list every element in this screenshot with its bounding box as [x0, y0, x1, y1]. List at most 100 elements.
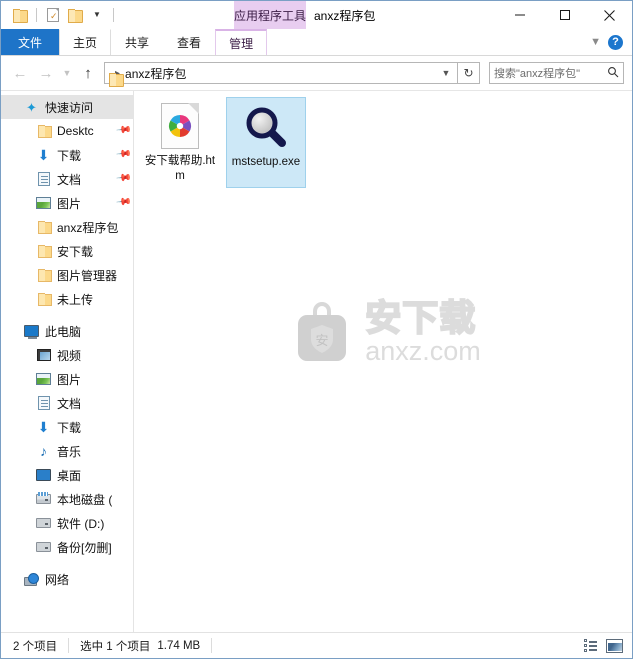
sidebar-item-documents-pc[interactable]: 文档: [1, 391, 133, 415]
computer-icon: [23, 323, 40, 339]
qat-separator: [36, 8, 37, 22]
sidebar-item-documents[interactable]: 文档 📌: [1, 167, 133, 191]
navigation-pane[interactable]: ✦ 快速访问 Desktc 📌 ⬇ 下载 📌 文档 📌 图片 📌 anxz程序包…: [1, 91, 134, 632]
selection-size-label: 1.74 MB: [157, 639, 201, 652]
sidebar-item-quick-access[interactable]: ✦ 快速访问: [1, 95, 133, 119]
address-bar: ← → ▼ ↑ ▸ anxz程序包 ▼ ↻ 搜索"anxz程序包": [1, 56, 632, 91]
sidebar-label: 图片: [57, 372, 82, 387]
sidebar-item-software-drive[interactable]: 软件 (D:): [1, 511, 133, 535]
folder-icon: [35, 291, 52, 307]
pictures-icon: [35, 371, 52, 387]
sidebar-label: 音乐: [57, 444, 82, 459]
sidebar-item-downloads[interactable]: ⬇ 下载 📌: [1, 143, 133, 167]
folder-icon: [35, 267, 52, 283]
search-icon[interactable]: [607, 66, 619, 81]
sidebar-label: 文档: [57, 396, 82, 411]
help-icon[interactable]: ?: [608, 34, 623, 50]
title-bar: ✓ ▼ 应用程序工具 anxz程序包: [1, 1, 632, 29]
file-item[interactable]: mstsetup.exe: [226, 97, 306, 188]
minimize-button[interactable]: [497, 1, 542, 29]
drive-icon: [35, 539, 52, 555]
forward-button[interactable]: →: [33, 60, 59, 86]
details-view-button[interactable]: [578, 635, 602, 657]
sidebar-label: 文档: [57, 172, 82, 187]
folder-icon: [35, 123, 52, 139]
sidebar-item-pictures[interactable]: 图片 📌: [1, 191, 133, 215]
sidebar-item-desktop[interactable]: Desktc 📌: [1, 119, 133, 143]
sidebar-label: 软件 (D:): [57, 516, 105, 531]
address-input[interactable]: ▸ anxz程序包 ▼: [104, 62, 458, 84]
sidebar-label: 此电脑: [45, 324, 82, 339]
window-title: anxz程序包: [314, 8, 376, 23]
sidebar-item-music[interactable]: ♪ 音乐: [1, 439, 133, 463]
tab-share[interactable]: 共享: [111, 29, 163, 55]
items-grid: 安下载帮助.htm mstsetup.exe: [134, 91, 632, 188]
sidebar-item-desktop-pc[interactable]: 桌面: [1, 463, 133, 487]
new-folder-icon[interactable]: [64, 4, 86, 26]
sidebar-item-anxiazai[interactable]: 安下载: [1, 239, 133, 263]
address-dropdown-chevron-down-icon[interactable]: ▼: [437, 68, 455, 78]
tab-home[interactable]: 主页: [59, 29, 112, 55]
close-button[interactable]: [587, 1, 632, 29]
sidebar-label: anxz程序包: [57, 220, 119, 235]
explorer-body: ✦ 快速访问 Desktc 📌 ⬇ 下载 📌 文档 📌 图片 📌 anxz程序包…: [1, 91, 632, 632]
tab-file[interactable]: 文件: [1, 29, 60, 55]
pin-icon: 📌: [114, 193, 132, 210]
sidebar-item-downloads-pc[interactable]: ⬇ 下载: [1, 415, 133, 439]
quick-access-toolbar: ✓ ▼: [1, 4, 119, 26]
sidebar-label: Desktc: [57, 124, 94, 138]
properties-icon[interactable]: ✓: [42, 4, 64, 26]
up-button[interactable]: ↑: [75, 60, 101, 86]
watermark-badge-char: 安: [316, 333, 329, 348]
sidebar-group-gap-2: [1, 559, 133, 567]
back-button[interactable]: ←: [7, 60, 33, 86]
breadcrumb-segment[interactable]: anxz程序包: [125, 65, 186, 82]
sidebar-label: 本地磁盘 (: [57, 492, 113, 507]
sidebar-label: 安下载: [57, 244, 94, 259]
search-input[interactable]: 搜索"anxz程序包": [494, 65, 607, 81]
ribbon-right-controls: ▼ ?: [590, 29, 632, 55]
sidebar-item-picture-manager[interactable]: 图片管理器: [1, 263, 133, 287]
file-name: 安下载帮助.htm: [144, 155, 216, 182]
sidebar-label: 下载: [57, 420, 82, 435]
sidebar-item-not-uploaded[interactable]: 未上传: [1, 287, 133, 311]
sidebar-label: 视频: [57, 348, 82, 363]
file-list-view[interactable]: 安 安下载 anxz.com 安下载帮助.htm mstsetup.exe: [134, 91, 632, 632]
sidebar-label: 下载: [57, 148, 82, 163]
file-name: mstsetup.exe: [231, 156, 301, 168]
large-icons-view-button[interactable]: [602, 635, 626, 657]
sidebar-item-videos[interactable]: 视频: [1, 343, 133, 367]
status-separator: [68, 638, 70, 653]
pin-icon: 📌: [114, 145, 132, 162]
watermark-chinese: 安下载: [364, 296, 477, 338]
ribbon-collapse-chevron-down-icon[interactable]: ▼: [590, 36, 601, 48]
sidebar-item-local-disk[interactable]: 本地磁盘 (: [1, 487, 133, 511]
explorer-window: ✓ ▼ 应用程序工具 anxz程序包 文件 主页 共享 查看 管理 ▼ ? ← …: [0, 0, 633, 659]
html-document-icon: [156, 102, 204, 150]
file-item[interactable]: 安下载帮助.htm: [140, 97, 220, 188]
sidebar-item-this-pc[interactable]: 此电脑: [1, 319, 133, 343]
videos-icon: [35, 347, 52, 363]
ribbon-spacer: [267, 29, 590, 55]
maximize-button[interactable]: [542, 1, 587, 29]
qat-customize-chevron-down-icon[interactable]: ▼: [86, 4, 108, 26]
desktop-icon: [35, 467, 52, 483]
folder-icon: [35, 219, 52, 235]
tab-manage[interactable]: 管理: [215, 29, 268, 55]
drive-icon: [35, 515, 52, 531]
qat-folder-icon[interactable]: [9, 4, 31, 26]
refresh-button[interactable]: ↻: [458, 62, 480, 84]
search-box[interactable]: 搜索"anxz程序包": [489, 62, 624, 84]
sidebar-item-anxz-package[interactable]: anxz程序包: [1, 215, 133, 239]
watermark-bag-icon: 安: [298, 301, 347, 361]
system-drive-icon: [35, 491, 52, 507]
sidebar-item-backup-drive[interactable]: 备份[勿删]: [1, 535, 133, 559]
sidebar-item-network[interactable]: 网络: [1, 567, 133, 591]
sidebar-label: 网络: [45, 572, 70, 587]
sidebar-item-pictures-pc[interactable]: 图片: [1, 367, 133, 391]
tab-view[interactable]: 查看: [163, 29, 215, 55]
qat-separator-2: [113, 8, 114, 22]
recent-locations-chevron-down-icon[interactable]: ▼: [59, 60, 75, 86]
music-icon: ♪: [40, 443, 47, 459]
